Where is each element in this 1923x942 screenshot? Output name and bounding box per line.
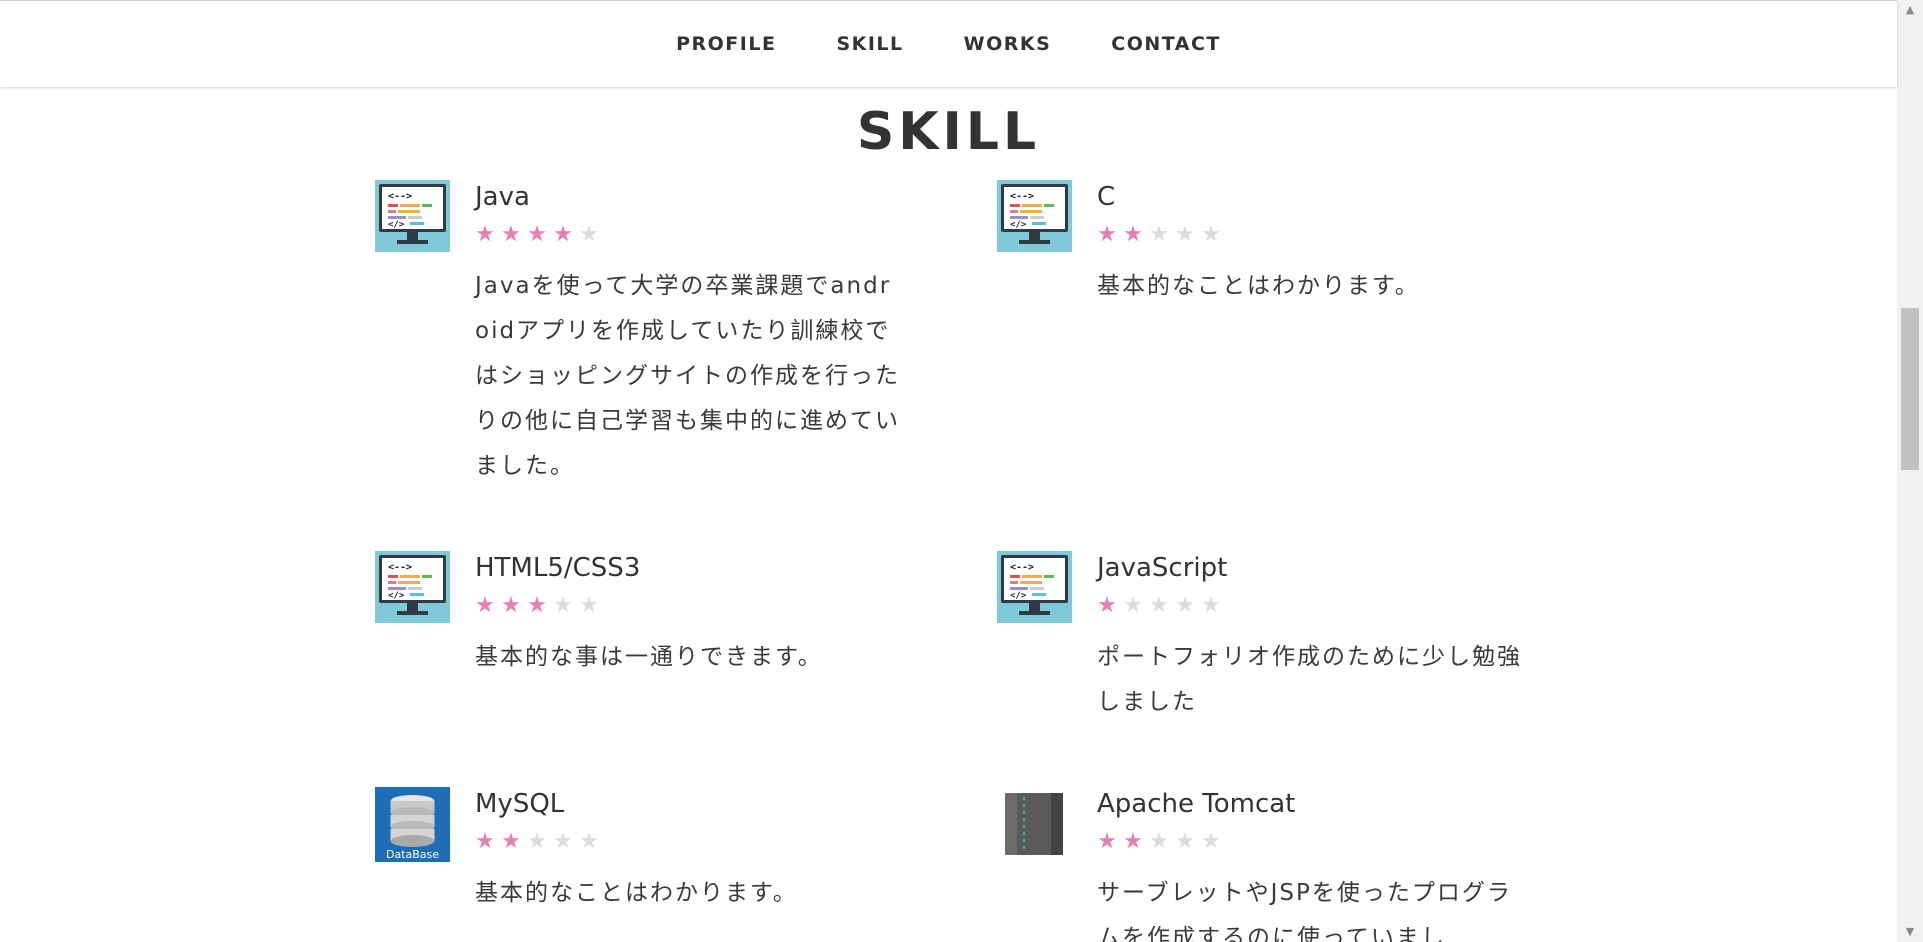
skill-name: MySQL — [475, 789, 565, 819]
star-empty-icon: ★ — [579, 222, 599, 247]
svg-text:</>: </> — [1010, 220, 1027, 230]
star-filled-icon: ★ — [1123, 829, 1143, 854]
svg-text:</>: </> — [1010, 591, 1027, 601]
section-title: SKILL — [856, 102, 1041, 162]
database-icon: DataBase — [375, 787, 450, 862]
star-empty-icon: ★ — [579, 593, 599, 618]
nav-link-profile[interactable]: PROFILE — [676, 1, 776, 87]
star-rating: ★ ★ ★ ★ ★ — [1096, 224, 1222, 246]
scroll-down-arrow-icon[interactable]: ▼ — [1897, 922, 1923, 942]
star-empty-icon: ★ — [1149, 222, 1169, 247]
vertical-scrollbar[interactable]: ▲ ▼ — [1897, 0, 1923, 942]
nav-link-works[interactable]: WORKS — [964, 1, 1052, 87]
star-rating: ★ ★ ★ ★ ★ — [474, 224, 600, 246]
star-rating: ★ ★ ★ ★ ★ — [1096, 595, 1222, 617]
server-icon — [997, 787, 1072, 859]
star-empty-icon: ★ — [527, 829, 547, 854]
star-filled-icon: ★ — [1097, 222, 1117, 247]
star-rating: ★ ★ ★ ★ ★ — [474, 595, 600, 617]
skill-name: HTML5/CSS3 — [475, 553, 641, 583]
svg-text:<-->: <--> — [1010, 562, 1034, 573]
star-filled-icon: ★ — [475, 829, 495, 854]
main-nav: PROFILE SKILL WORKS CONTACT — [0, 1, 1897, 87]
monitor-code-icon: <--> </> — [375, 180, 450, 252]
star-empty-icon: ★ — [553, 829, 573, 854]
star-empty-icon: ★ — [1175, 829, 1195, 854]
star-filled-icon: ★ — [1097, 593, 1117, 618]
star-empty-icon: ★ — [1201, 829, 1221, 854]
star-empty-icon: ★ — [1201, 593, 1221, 618]
scrollbar-thumb[interactable] — [1901, 308, 1919, 470]
skill-description: 基本的なことはわかります。 — [475, 880, 798, 906]
scroll-up-arrow-icon[interactable]: ▲ — [1897, 0, 1923, 20]
star-empty-icon: ★ — [553, 593, 573, 618]
page: PROFILE SKILL WORKS CONTACT SKILL <--> <… — [0, 0, 1923, 942]
star-filled-icon: ★ — [501, 829, 521, 854]
svg-text:</>: </> — [388, 220, 405, 230]
skill-description: Javaを使って大学の卒業課題でandroidアプリを作成していたり訓練校ではシ… — [475, 273, 900, 479]
skill-name: JavaScript — [1097, 553, 1228, 583]
star-filled-icon: ★ — [1123, 222, 1143, 247]
star-empty-icon: ★ — [1123, 593, 1143, 618]
svg-text:</>: </> — [388, 591, 405, 601]
skill-description: サーブレットやJSPを使ったプログラムを作成するのに使っていまし — [1097, 880, 1512, 942]
star-filled-icon: ★ — [527, 593, 547, 618]
skill-description: ポートフォリオ作成のために少し勉強しました — [1097, 644, 1522, 715]
skill-name: Java — [475, 182, 530, 212]
star-filled-icon: ★ — [475, 593, 495, 618]
database-icon-label: DataBase — [386, 848, 439, 861]
monitor-code-icon: <--> </> — [997, 551, 1072, 623]
svg-text:<-->: <--> — [388, 562, 412, 573]
star-empty-icon: ★ — [1149, 829, 1169, 854]
star-empty-icon: ★ — [579, 829, 599, 854]
star-filled-icon: ★ — [501, 593, 521, 618]
star-filled-icon: ★ — [475, 222, 495, 247]
star-empty-icon: ★ — [1201, 222, 1221, 247]
star-empty-icon: ★ — [1175, 222, 1195, 247]
star-empty-icon: ★ — [1149, 593, 1169, 618]
star-filled-icon: ★ — [501, 222, 521, 247]
star-filled-icon: ★ — [1097, 829, 1117, 854]
nav-link-contact[interactable]: CONTACT — [1111, 1, 1221, 87]
skill-description: 基本的な事は一通りできます。 — [475, 644, 823, 670]
skill-description: 基本的なことはわかります。 — [1097, 273, 1420, 299]
star-empty-icon: ★ — [1175, 593, 1195, 618]
star-rating: ★ ★ ★ ★ ★ — [1096, 831, 1222, 853]
site-header: PROFILE SKILL WORKS CONTACT — [0, 0, 1897, 87]
svg-text:<-->: <--> — [1010, 191, 1034, 202]
star-rating: ★ ★ ★ ★ ★ — [474, 831, 600, 853]
monitor-code-icon: <--> </> — [997, 180, 1072, 252]
svg-text:<-->: <--> — [388, 191, 412, 202]
star-filled-icon: ★ — [527, 222, 547, 247]
star-filled-icon: ★ — [553, 222, 573, 247]
skill-name: C — [1097, 182, 1116, 212]
nav-link-skill[interactable]: SKILL — [836, 1, 903, 87]
skill-name: Apache Tomcat — [1097, 789, 1296, 819]
monitor-code-icon: <--> </> — [375, 551, 450, 623]
